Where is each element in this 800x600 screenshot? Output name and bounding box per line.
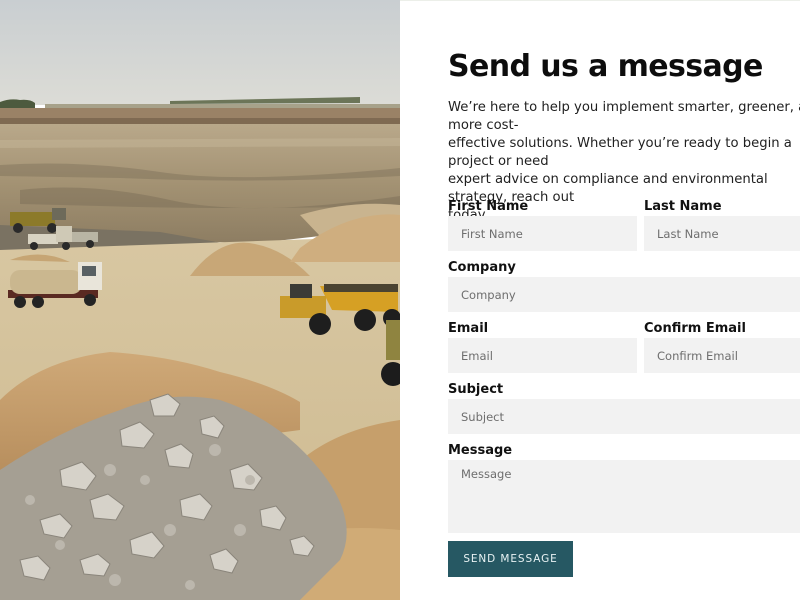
last-name-field[interactable] [644, 216, 800, 251]
page-title: Send us a message [448, 49, 763, 84]
first-name-label: First Name [448, 199, 529, 214]
last-name-label: Last Name [644, 199, 722, 214]
subject-label: Subject [448, 382, 504, 397]
subject-field[interactable] [448, 399, 800, 434]
quarry-illustration [0, 0, 400, 600]
contact-form-panel: Send us a message We’re here to help you… [400, 0, 800, 600]
email-label: Email [448, 321, 489, 336]
email-field[interactable] [448, 338, 637, 373]
confirm-email-field[interactable] [644, 338, 800, 373]
message-field[interactable] [448, 460, 800, 533]
company-field[interactable] [448, 277, 800, 312]
send-message-button[interactable]: SEND MESSAGE [448, 541, 573, 577]
confirm-email-label: Confirm Email [644, 321, 746, 336]
message-label: Message [448, 443, 513, 458]
first-name-field[interactable] [448, 216, 637, 251]
company-label: Company [448, 260, 516, 275]
quarry-photo [0, 0, 400, 600]
